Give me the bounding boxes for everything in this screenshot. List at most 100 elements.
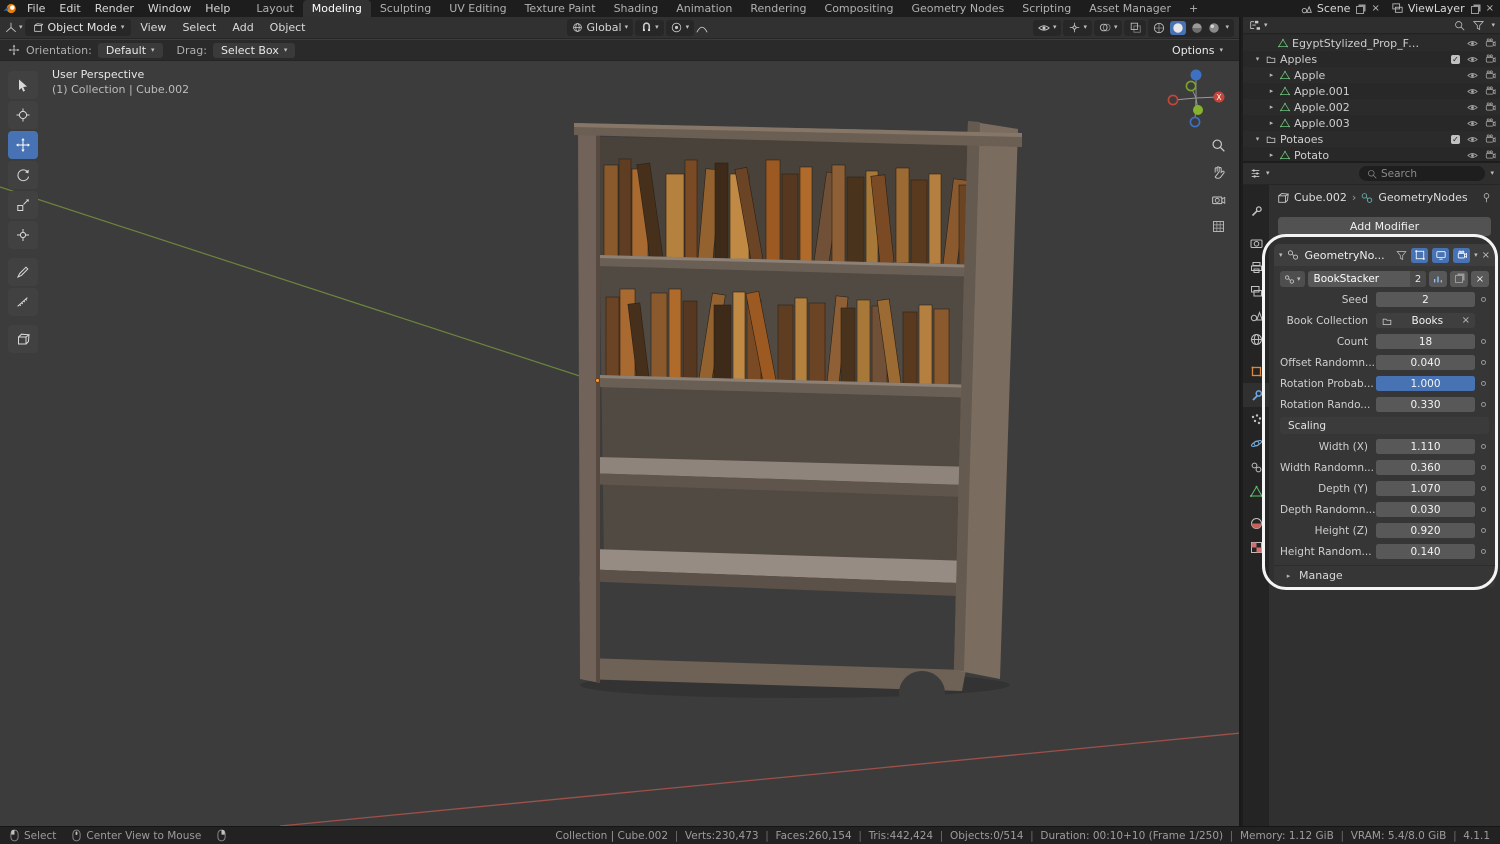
tab-compositing[interactable]: Compositing [816, 0, 903, 17]
animate-dot-icon[interactable] [1481, 465, 1486, 470]
tab-scene[interactable] [1243, 303, 1269, 327]
render-camera-icon[interactable] [1484, 69, 1496, 81]
shading-material-icon[interactable] [1191, 22, 1203, 34]
shading-caret-icon[interactable]: ▾ [1225, 24, 1229, 31]
tab-output[interactable] [1243, 255, 1269, 279]
render-camera-icon[interactable] [1484, 53, 1496, 65]
tab-uv-editing[interactable]: UV Editing [440, 0, 515, 17]
tab-object-data[interactable] [1243, 479, 1269, 503]
animate-dot-icon[interactable] [1481, 528, 1486, 533]
tab-object[interactable] [1243, 359, 1269, 383]
scaling-section-header[interactable]: Scaling [1280, 417, 1489, 434]
properties-search[interactable] [1359, 166, 1486, 181]
transform-orientation-dropdown[interactable]: Global ▾ [566, 19, 634, 36]
node-group-copy-button[interactable] [1450, 271, 1468, 287]
tab-geometry-nodes[interactable]: Geometry Nodes [902, 0, 1013, 17]
param-value-field[interactable]: 0.360 [1376, 460, 1475, 475]
orientation-dropdown[interactable]: Default ▾ [97, 42, 163, 58]
proportional-editing-button[interactable]: ▾ [665, 19, 695, 36]
menu-select[interactable]: Select [175, 19, 223, 36]
collection-checkbox[interactable]: ✓ [1451, 134, 1460, 144]
navigation-gizmo[interactable]: X [1165, 67, 1227, 129]
param-value-field[interactable]: 1.070 [1376, 481, 1475, 496]
animate-dot-icon[interactable] [1481, 402, 1486, 407]
menu-help[interactable]: Help [198, 0, 237, 17]
collection-clear-icon[interactable]: × [1462, 315, 1470, 326]
tab-sculpting[interactable]: Sculpting [371, 0, 440, 17]
hide-eye-icon[interactable] [1466, 53, 1478, 65]
overlays-dropdown[interactable]: ▾ [1093, 19, 1123, 36]
tab-world[interactable] [1243, 327, 1269, 351]
outliner-options-caret-icon[interactable]: ▾ [1491, 21, 1495, 29]
outliner-row-object[interactable]: ▸ Apple.002 [1243, 99, 1500, 115]
bookshelf-object[interactable] [570, 113, 1030, 698]
expand-caret-icon[interactable]: ▸ [1267, 103, 1276, 111]
tab-constraints[interactable] [1243, 455, 1269, 479]
param-value-field[interactable]: 0.330 [1376, 397, 1475, 412]
hide-eye-icon[interactable] [1466, 117, 1478, 129]
viewport-3d[interactable]: ▾ Object Mode ▾ View Select Add Object G… [0, 17, 1241, 826]
tab-animation[interactable]: Animation [667, 0, 741, 17]
collection-checkbox[interactable]: ✓ [1451, 54, 1460, 64]
manage-subpanel-header[interactable]: ▸ Manage [1274, 565, 1495, 585]
modifier-extras-caret-icon[interactable]: ▾ [1474, 251, 1478, 259]
xray-toggle-button[interactable] [1124, 19, 1147, 36]
editor-type-icon[interactable] [5, 22, 17, 34]
outliner-row-collection[interactable]: ▾ Apples ✓ [1243, 51, 1500, 67]
tab-tool[interactable] [1243, 199, 1269, 223]
menu-file[interactable]: File [20, 0, 52, 17]
outliner-row-object[interactable]: ▸ Apple.001 [1243, 83, 1500, 99]
expand-caret-icon[interactable]: ▸ [1267, 151, 1276, 159]
pan-hand-icon[interactable] [1208, 162, 1228, 182]
hide-eye-icon[interactable] [1466, 149, 1478, 161]
animate-dot-icon[interactable] [1481, 360, 1486, 365]
modifier-filter-icon[interactable] [1395, 249, 1407, 261]
tool-scale[interactable] [8, 191, 38, 219]
tool-select-box[interactable] [8, 71, 38, 99]
tab-rendering[interactable]: Rendering [741, 0, 815, 17]
tool-cursor[interactable] [8, 101, 38, 129]
param-value-field[interactable]: 18 [1376, 334, 1475, 349]
modifier-render-toggle[interactable] [1453, 247, 1471, 263]
tab-texture[interactable] [1243, 535, 1269, 559]
outliner-filter-icon[interactable] [1472, 19, 1484, 31]
expand-caret-icon[interactable]: ▾ [1253, 55, 1262, 63]
tab-modifiers[interactable] [1243, 383, 1269, 407]
expand-caret-icon[interactable]: ▸ [1267, 119, 1276, 127]
hide-eye-icon[interactable] [1466, 133, 1478, 145]
hide-eye-icon[interactable] [1466, 101, 1478, 113]
add-modifier-button[interactable]: Add Modifier [1278, 217, 1491, 236]
hide-eye-icon[interactable] [1466, 85, 1478, 97]
animate-dot-icon[interactable] [1481, 486, 1486, 491]
node-group-field[interactable]: BookStacker 2 [1307, 271, 1426, 287]
param-value-field[interactable]: 2 [1376, 292, 1475, 307]
object-visibility-dropdown[interactable]: ▾ [1032, 19, 1062, 36]
param-value-slider[interactable]: 1.000 [1376, 376, 1475, 391]
outliner-row-object[interactable]: ▸ Apple.003 [1243, 115, 1500, 131]
search-input[interactable] [1380, 167, 1479, 180]
tool-add-cube[interactable] [8, 325, 38, 353]
tool-transform[interactable] [8, 221, 38, 249]
animate-dot-icon[interactable] [1481, 549, 1486, 554]
tool-annotate[interactable] [8, 258, 38, 286]
node-group-users-count[interactable]: 2 [1410, 271, 1426, 287]
outliner-editor-icon[interactable] [1248, 19, 1260, 31]
animate-dot-icon[interactable] [1481, 339, 1486, 344]
render-camera-icon[interactable] [1484, 117, 1496, 129]
editor-type-caret-icon[interactable]: ▾ [19, 24, 23, 31]
tool-rotate[interactable] [8, 161, 38, 189]
perspective-toggle-icon[interactable] [1208, 216, 1228, 236]
animate-dot-icon[interactable] [1481, 297, 1486, 302]
modifier-name[interactable]: GeometryNo... [1303, 249, 1392, 262]
viewlayer-selector[interactable]: ViewLayer [1392, 2, 1465, 15]
outliner-row-object[interactable]: ▸ Potato [1243, 147, 1500, 161]
node-group-fake-user-button[interactable] [1429, 271, 1447, 287]
outliner-search-icon[interactable] [1453, 19, 1465, 31]
render-camera-icon[interactable] [1484, 37, 1496, 49]
tab-particles[interactable] [1243, 407, 1269, 431]
modifier-collapse-caret-icon[interactable]: ▾ [1279, 251, 1283, 259]
zoom-icon[interactable] [1208, 135, 1228, 155]
options-dropdown[interactable]: Options ▾ [1164, 43, 1231, 58]
expand-caret-icon[interactable]: ▸ [1267, 71, 1276, 79]
properties-options-caret-icon[interactable]: ▾ [1490, 170, 1494, 177]
